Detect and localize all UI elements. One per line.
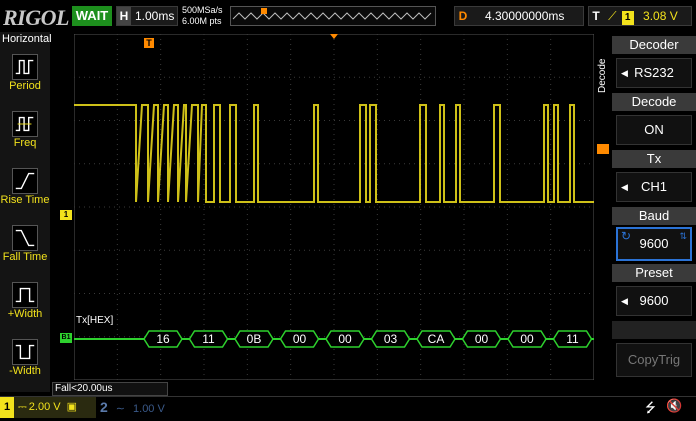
menu-head-copytrig xyxy=(612,321,696,339)
horizontal-label: H xyxy=(117,7,131,25)
decode-byte-label: 0B xyxy=(247,332,262,346)
left-arrow-icon: ◀ xyxy=(621,182,628,192)
left-arrow-icon: ◀ xyxy=(621,68,628,78)
delay-label: D xyxy=(458,9,468,23)
decoder-select[interactable]: ◀ RS232 xyxy=(616,58,692,88)
menu-vertical-label: Decode xyxy=(597,58,608,94)
sidebar-item-rise-time[interactable]: Rise Time xyxy=(0,168,50,206)
bus-marker[interactable]: B1 xyxy=(60,333,72,343)
baud-value: 9600 xyxy=(639,236,669,251)
ch2-scale: 1.00 V xyxy=(133,403,165,415)
sidebar-item-neg-width[interactable]: -Width xyxy=(0,339,50,377)
decode-bus: 16 11 0B 00 00 03 CA 00 00 11 xyxy=(74,330,594,348)
decode-menu: Decoder ◀ RS232 Decode ON Tx ◀ CH1 Baud ↻ 9… xyxy=(612,32,696,392)
dc-coupling-icon: ⎓ xyxy=(18,401,27,413)
decode-byte-label: CA xyxy=(428,332,445,346)
trigger-label: T xyxy=(592,9,600,23)
sidebar-item-label: -Width xyxy=(9,365,41,377)
pos-width-icon xyxy=(12,282,38,308)
sidebar-item-label: Period xyxy=(9,80,41,92)
copytrig-button[interactable]: CopyTrig xyxy=(616,343,692,377)
trigger-source: 1 xyxy=(621,11,634,25)
sidebar-title: Horizontal xyxy=(2,33,52,45)
menu-head-decoder: Decoder xyxy=(612,36,696,54)
horizontal-measure-sidebar: Horizontal Period Freq Rise Time Fall Ti… xyxy=(0,32,52,392)
decode-byte-label: 00 xyxy=(338,332,352,346)
bandwidth-icon: ▣ xyxy=(66,401,77,413)
rise-time-icon xyxy=(12,168,38,194)
ch1-scale-box[interactable]: 1 ⎓ 2.00 V ▣ xyxy=(0,397,96,418)
delay-box[interactable]: D 4.30000000ms xyxy=(454,6,584,26)
baud-select[interactable]: ↻ 9600 ⇅ xyxy=(616,227,692,261)
ch2-scale-box[interactable]: 2 ∼ 1.00 V xyxy=(100,397,190,418)
freq-icon xyxy=(12,111,38,137)
scroll-arrows-icon: ⇅ xyxy=(679,231,687,241)
memory-overview[interactable] xyxy=(230,6,436,26)
top-bar: RIGOL WAIT H 1.00ms 500MSa/s 6.00M pts D 4… xyxy=(0,0,696,32)
timebase-value: 1.00ms xyxy=(135,9,175,23)
bottom-bar: 1 ⎓ 2.00 V ▣ 2 ∼ 1.00 V ⭍ 🔇 xyxy=(0,396,696,419)
decode-byte-label: 00 xyxy=(520,332,534,346)
measurement-readout: Fall<20.00us xyxy=(52,382,168,396)
trigger-box[interactable]: T ⟋ 1 3.08 V xyxy=(588,6,692,26)
memory-waveform-icon xyxy=(232,8,432,20)
ac-coupling-icon: ∼ xyxy=(115,403,126,415)
trigger-level-marker[interactable] xyxy=(597,144,609,154)
rigol-logo: RIGOL xyxy=(3,5,69,30)
sidebar-item-freq[interactable]: Freq xyxy=(0,111,50,149)
sidebar-item-pos-width[interactable]: +Width xyxy=(0,282,50,320)
decode-byte-label: 00 xyxy=(475,332,489,346)
trigger-marker-label: T xyxy=(146,38,152,48)
timebase-box[interactable]: H 1.00ms xyxy=(116,6,178,26)
sidebar-item-label: Freq xyxy=(13,137,37,149)
menu-head-tx: Tx xyxy=(612,150,696,168)
decode-byte-label: 11 xyxy=(202,332,215,346)
copytrig-label: CopyTrig xyxy=(627,352,681,367)
ch2-number: 2 xyxy=(100,399,108,415)
decode-byte-label: 03 xyxy=(384,332,398,346)
decode-byte-label: 11 xyxy=(566,332,579,346)
waveform-display[interactable]: T Tx[HEX] 16 11 0B 00 00 03 CA 00 00 11 xyxy=(74,34,594,380)
speaker-mute-icon: 🔇 xyxy=(666,398,683,413)
menu-head-decode: Decode xyxy=(612,93,696,111)
bus-marker-label: B1 xyxy=(61,334,71,341)
sidebar-item-label: Rise Time xyxy=(0,194,50,206)
decode-byte-label: 16 xyxy=(156,332,170,346)
trigger-level: 3.08 V xyxy=(643,9,678,23)
ch1-number: 1 xyxy=(0,397,14,418)
acquisition-info: 500MSa/s 6.00M pts xyxy=(182,5,223,27)
sample-rate: 500MSa/s xyxy=(182,5,223,15)
ch1-marker-label: 1 xyxy=(63,210,69,219)
sidebar-item-period[interactable]: Period xyxy=(0,54,50,92)
rotate-knob-icon: ↻ xyxy=(621,229,632,243)
preset-select[interactable]: ◀ 9600 xyxy=(616,286,692,316)
memory-depth: 6.00M pts xyxy=(182,16,222,26)
fall-time-icon xyxy=(12,225,38,251)
decoder-label: Tx[HEX] xyxy=(76,315,113,326)
decode-value: ON xyxy=(644,122,664,137)
preset-value: 9600 xyxy=(639,293,669,308)
delay-value: 4.30000000ms xyxy=(485,9,565,23)
decode-toggle[interactable]: ON xyxy=(616,115,692,145)
decoder-value: RS232 xyxy=(634,65,674,80)
trigger-position-marker[interactable]: T xyxy=(144,38,154,48)
ch1-ground-marker[interactable]: 1 xyxy=(60,210,72,220)
tx-value: CH1 xyxy=(640,179,667,194)
sidebar-item-fall-time[interactable]: Fall Time xyxy=(0,225,50,263)
ch1-scale: 2.00 V xyxy=(28,401,61,413)
run-status-badge[interactable]: WAIT xyxy=(72,6,112,26)
rising-edge-icon: ⟋ xyxy=(608,9,617,23)
sidebar-item-label: +Width xyxy=(7,308,43,320)
tx-source-select[interactable]: ◀ CH1 xyxy=(616,172,692,202)
decode-byte-label: 00 xyxy=(293,332,307,346)
period-icon xyxy=(12,54,38,80)
sidebar-item-label: Fall Time xyxy=(2,251,48,263)
menu-head-preset: Preset xyxy=(612,264,696,282)
neg-width-icon xyxy=(12,339,38,365)
left-arrow-icon: ◀ xyxy=(621,296,628,306)
